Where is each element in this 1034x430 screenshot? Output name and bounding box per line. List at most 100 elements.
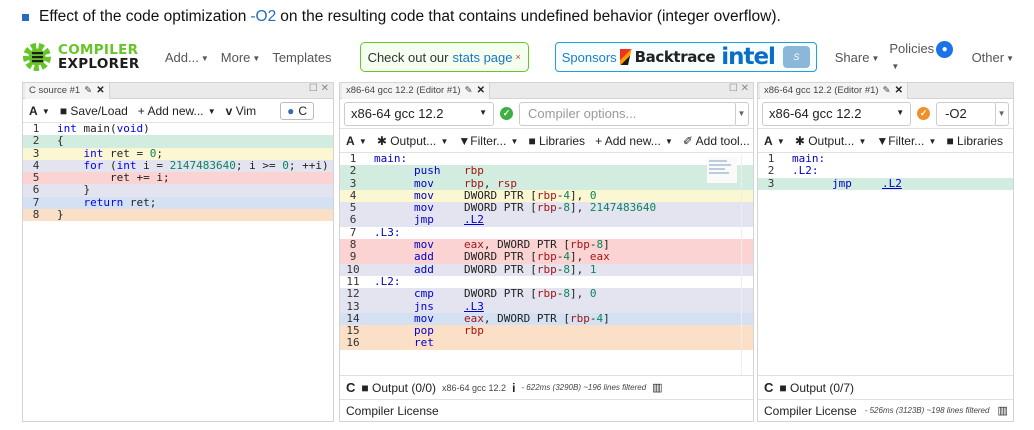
language-label: C	[298, 103, 308, 118]
asm-line[interactable]: 16 ret	[340, 337, 753, 350]
asm-line[interactable]: 5 mov DWORD PTR [rbp-8], 2147483640	[340, 201, 753, 215]
asm-line[interactable]: 3 jmp .L2	[758, 177, 1013, 190]
caret-down-icon: ▼	[896, 108, 905, 117]
source-tab-title: C source #1	[29, 85, 81, 96]
info-icon[interactable]: i	[512, 381, 515, 395]
language-button[interactable]: ● C	[280, 101, 315, 120]
compiler-1-bar: x86-64 gcc 12.2 ▼ ✓ Compiler options... ▼	[340, 99, 753, 129]
output-button[interactable]: ✱ Output... ▼	[795, 134, 867, 148]
recompile-icon[interactable]: C	[346, 380, 355, 395]
line-number: 2	[32, 134, 40, 148]
compiler-license-link[interactable]: Compiler License	[346, 404, 439, 418]
asm-line-text: add DWORD PTR [rbp-4], eax	[414, 250, 610, 264]
add-tool-button[interactable]: ✐ Add tool... ▼	[683, 134, 753, 148]
options-dropdown-button[interactable]: ▼	[995, 101, 1009, 126]
pencil-icon[interactable]: ✎	[465, 85, 473, 96]
output-count: Output (0/7)	[789, 380, 855, 395]
caption-text-end: on the resulting code that contains unde…	[280, 8, 781, 25]
add-new-button[interactable]: + Add new... ▼	[138, 104, 216, 118]
assembly-output-2[interactable]: 1 main: 2 .L2: 3 jmp .L2	[758, 152, 1013, 190]
options-dropdown-button[interactable]: ▼	[735, 101, 749, 126]
output-toggle[interactable]: ■ Output (0/0)	[361, 381, 436, 395]
window-buttons[interactable]: ☐ ✕	[729, 83, 749, 94]
window-buttons[interactable]: ☐ ✕	[309, 83, 329, 94]
sponsors-banner[interactable]: Sponsors Backtrace intel S	[554, 42, 817, 72]
output-button[interactable]: ✱ Output... ▼	[377, 134, 449, 148]
compiler-1-options-input[interactable]: Compiler options...	[519, 101, 736, 126]
source-line[interactable]: 6 }	[23, 184, 333, 197]
gear-logo-icon	[22, 42, 52, 72]
compiler-1-toolbar: A ▼ ✱ Output... ▼ ▼Filter... ▼ ■ Librari…	[340, 129, 753, 153]
stats-link[interactable]: stats page	[453, 50, 513, 65]
asm-line[interactable]: 14 mov eax, DWORD PTR [rbp-4]	[340, 312, 753, 326]
vertical-scrollbar[interactable]	[741, 155, 753, 375]
menu-templates[interactable]: Templates	[272, 50, 331, 65]
font-size-button[interactable]: A ▼	[346, 134, 367, 148]
menu-other[interactable]: Other ▼	[972, 50, 1014, 65]
filter-button[interactable]: ▼Filter... ▼	[458, 134, 518, 148]
asm-line[interactable]: 15 pop rbp	[340, 324, 753, 338]
asm-line[interactable]: 6 jmp .L2	[340, 214, 753, 227]
main-menu: Add... ▼ More ▼ Templates	[165, 50, 332, 65]
asm-line[interactable]: 10 add DWORD PTR [rbp-8], 1	[340, 263, 753, 276]
compiler-2-tab[interactable]: x86-64 gcc 12.2 (Editor #1) ✎ ✕	[760, 83, 908, 99]
output-toggle[interactable]: ■ Output (0/7)	[779, 381, 854, 395]
filter-icon: ▼	[458, 133, 471, 148]
pencil-icon[interactable]: ✎	[84, 85, 92, 96]
close-icon[interactable]: ×	[516, 52, 521, 62]
compiler-license-link[interactable]: Compiler License	[764, 404, 857, 418]
libraries-button[interactable]: ■ Libraries	[528, 134, 585, 148]
asm-line[interactable]: 12 cmp DWORD PTR [rbp-8], 0	[340, 287, 753, 301]
chart-icon[interactable]: ▥	[997, 404, 1007, 417]
compiler-2-select[interactable]: x86-64 gcc 12.2 ▼	[762, 101, 912, 126]
asm-line-text: jns .L3	[414, 299, 484, 313]
asm-line[interactable]: 1 main:	[340, 152, 753, 165]
menu-policies[interactable]: Policies ● ▼	[889, 41, 961, 73]
stats-banner[interactable]: Check out our stats page ×	[359, 42, 529, 72]
filter-icon: ▼	[876, 133, 889, 148]
output-icon: ■	[779, 380, 787, 395]
font-size-button[interactable]: A ▼	[29, 104, 50, 118]
asm-line[interactable]: 2 push rbp	[340, 164, 753, 178]
filter-button[interactable]: ▼Filter... ▼	[876, 134, 936, 148]
caret-down-icon: ▼	[479, 108, 487, 117]
source-code-editor[interactable]: 1 int main(void) 2{3 int ret = 0; 4 for (in…	[23, 122, 333, 222]
chart-icon[interactable]: ▥	[652, 381, 662, 394]
compiler-2-options-input[interactable]: -O2	[936, 101, 997, 126]
source-line[interactable]: 7 return ret;	[23, 196, 333, 210]
caret-down-icon: ▼	[871, 53, 880, 63]
caret-down-icon: ▼	[856, 136, 867, 146]
libraries-button[interactable]: ■ Libraries	[946, 134, 1003, 148]
source-tab[interactable]: C source #1 ✎ ✕	[25, 83, 110, 99]
compiler-explorer-logo[interactable]: COMPILER EXPLORER	[22, 37, 153, 77]
menu-add[interactable]: Add... ▼	[165, 50, 209, 65]
recompile-icon[interactable]: C	[764, 380, 773, 395]
add-new-button[interactable]: + Add new... ▼	[595, 134, 673, 148]
asm-line[interactable]: 13 jns .L3	[340, 299, 753, 313]
source-line[interactable]: 8}	[23, 208, 333, 222]
compiler-1-small-name: x86-64 gcc 12.2	[442, 382, 507, 393]
close-tab-icon[interactable]: ✕	[477, 85, 485, 96]
pencil-icon[interactable]: ✎	[883, 85, 891, 96]
menu-more[interactable]: More ▼	[221, 50, 261, 65]
font-size-button[interactable]: A ▼	[764, 134, 785, 148]
output-icon: ■	[361, 380, 369, 395]
close-tab-icon[interactable]: ✕	[96, 85, 104, 96]
source-line[interactable]: 1 int main(void)	[23, 122, 333, 135]
backtrace-logo-text: Backtrace	[634, 48, 716, 66]
close-tab-icon[interactable]: ✕	[895, 85, 903, 96]
backtrace-logo-icon	[619, 49, 632, 65]
compiler-2-license-bar: Compiler License - 526ms (3123B) ~198 li…	[758, 399, 1013, 421]
compiler-1-tab[interactable]: x86-64 gcc 12.2 (Editor #1) ✎ ✕	[342, 83, 490, 99]
save-load-button[interactable]: ■ Save/Load	[60, 104, 128, 118]
assembly-output-1[interactable]: 1 main: 2 push rbp 3 mov rbp, rsp 4 mov DWORD PTR …	[340, 152, 753, 350]
minimap[interactable]	[707, 157, 737, 183]
logo-line-1: COMPILER	[58, 42, 139, 58]
compiler-2-bar: x86-64 gcc 12.2 ▼ ✓ -O2 ▼	[758, 99, 1013, 129]
menu-share[interactable]: Share ▼	[835, 50, 880, 65]
compiler-1-select[interactable]: x86-64 gcc 12.2 ▼	[344, 101, 494, 126]
sponsors-label: Sponsors	[561, 49, 617, 65]
save-icon: ■	[59, 103, 68, 118]
source-line[interactable]: 2{	[23, 134, 333, 148]
vim-button[interactable]: v Vim	[226, 104, 256, 118]
